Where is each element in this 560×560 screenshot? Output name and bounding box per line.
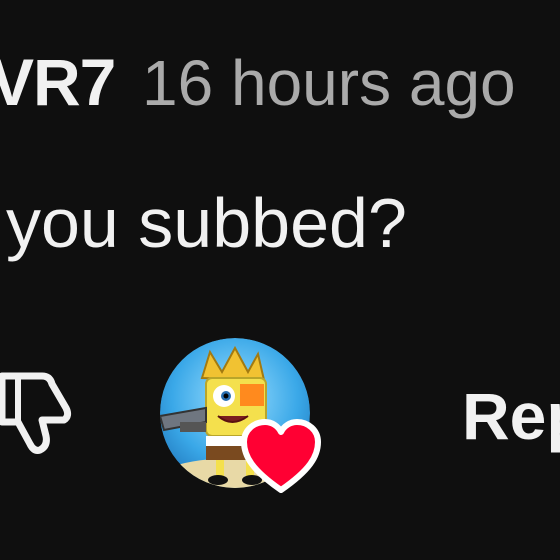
heart-icon [241,419,321,493]
comment-panel: VR7 16 hours ago you subbed? Re [0,0,560,560]
comment-timestamp[interactable]: 16 hours ago [142,46,516,120]
thumbs-down-icon [0,372,72,454]
reply-button[interactable]: Rep [462,378,560,454]
creator-heart-badge[interactable] [160,338,321,498]
dislike-button[interactable] [0,370,76,454]
comment-author[interactable]: VR7 [0,44,116,120]
comment-text: you subbed? [6,184,407,262]
